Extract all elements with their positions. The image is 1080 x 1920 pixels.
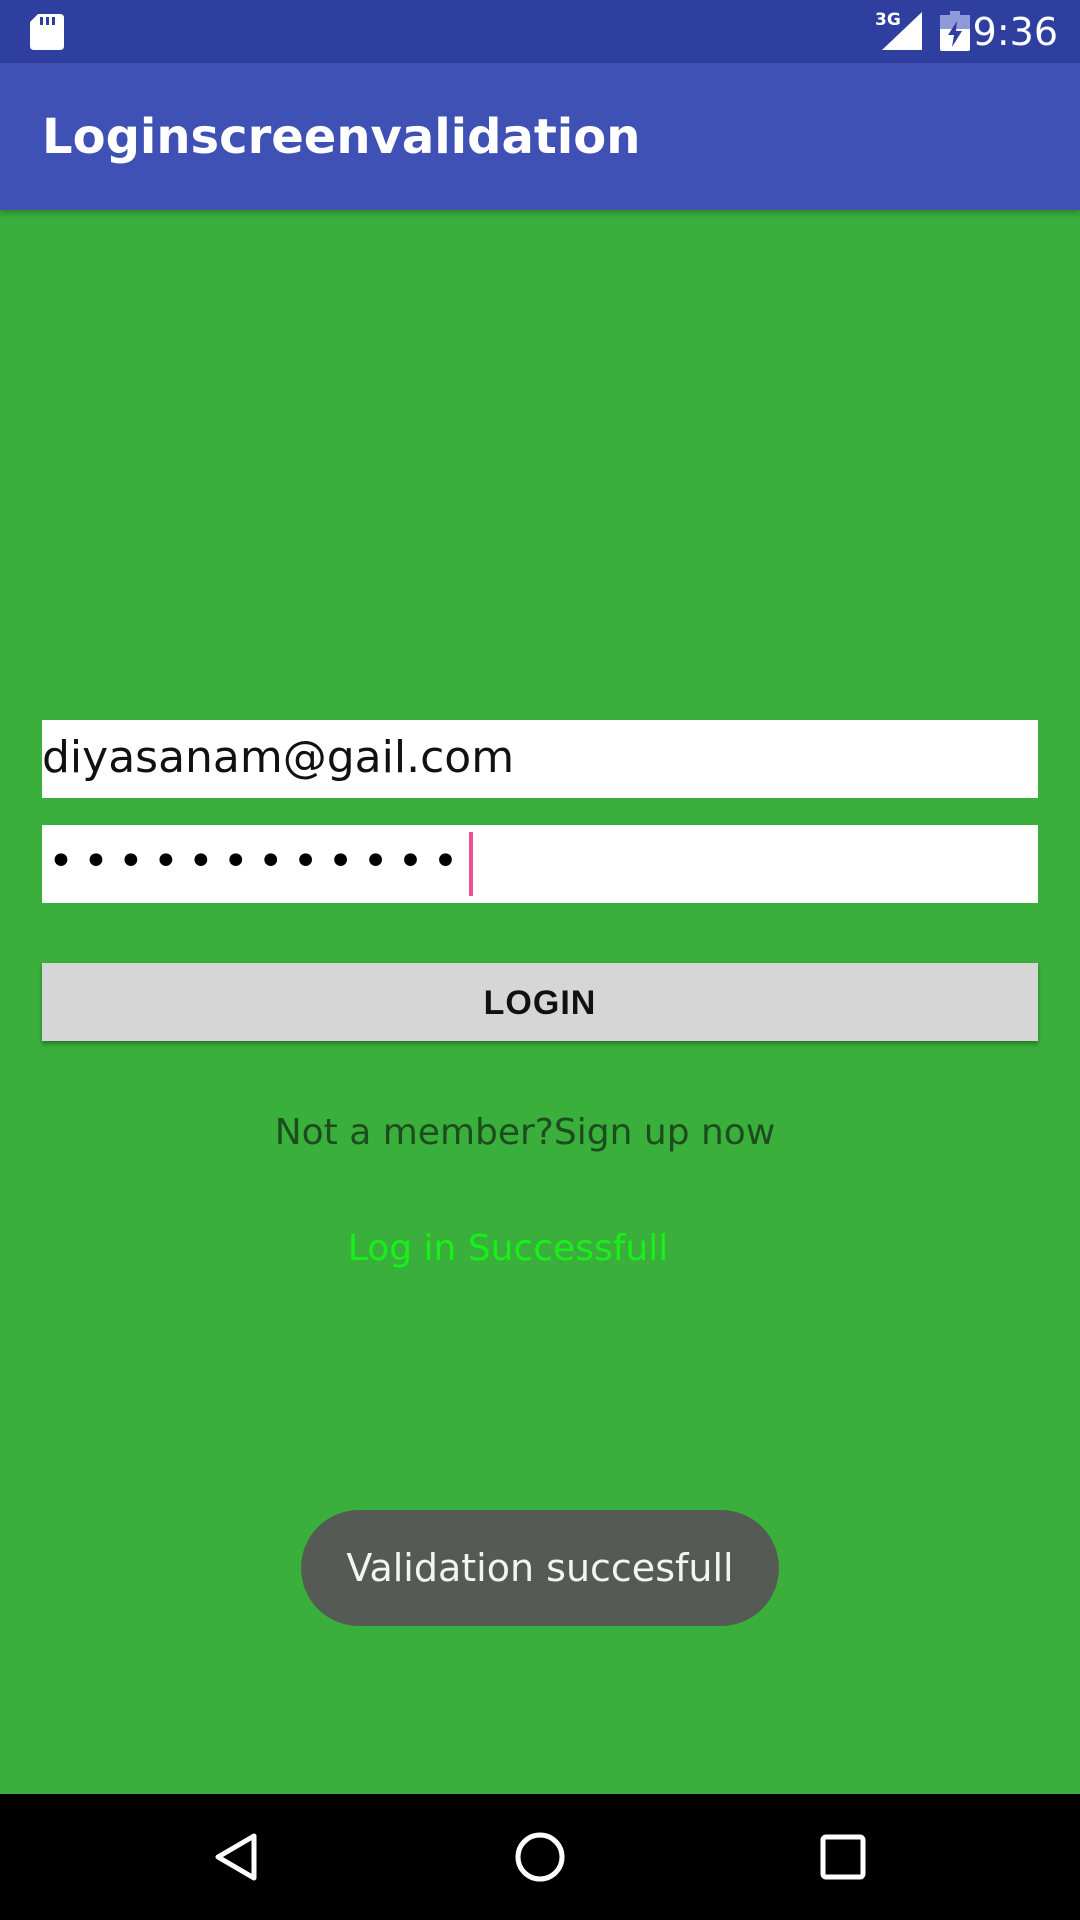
app-bar: Loginscreenvalidation [0,63,1080,210]
screen: 3G 9:36 Loginscreenvalidation diyasanam@… [0,0,1080,1920]
login-button[interactable]: LOGIN [42,963,1038,1041]
password-field[interactable]: •••••••••••• [42,825,1038,903]
status-time: 9:36 [972,10,1058,54]
recents-icon[interactable] [810,1824,876,1890]
password-masked-text: •••••••••••• [48,836,468,887]
email-value: diyasanam@gail.com [42,732,515,783]
sd-card-icon [30,14,64,50]
password-value: •••••••••••• [48,827,474,897]
home-icon[interactable] [507,1824,573,1890]
toast-message: Validation succesfull [301,1510,779,1626]
back-icon[interactable] [204,1824,270,1890]
success-message: Log in Successfull [347,1228,669,1269]
signup-link[interactable]: Not a member?Sign up now [0,1108,1050,1158]
status-bar: 3G 9:36 [0,0,1080,63]
navigation-bar [0,1794,1080,1920]
email-field[interactable]: diyasanam@gail.com [42,720,1038,798]
text-cursor [469,832,474,896]
app-title: Loginscreenvalidation [42,109,641,165]
battery-charging-icon [940,11,970,51]
network-type-label: 3G [875,10,901,30]
